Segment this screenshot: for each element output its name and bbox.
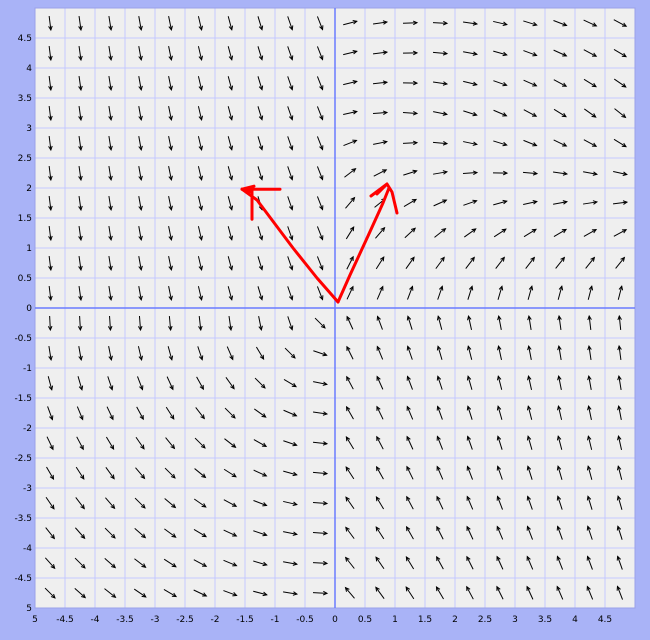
- y-tick-label: 1: [26, 244, 32, 254]
- y-tick-label: 2: [26, 184, 32, 194]
- y-tick-label: -0.5: [14, 334, 32, 344]
- x-tick-label: -3: [151, 615, 160, 625]
- x-tick-label: -4: [91, 615, 100, 625]
- x-tick-label: -4.5: [56, 615, 74, 625]
- x-tick-label: 3.5: [538, 615, 552, 625]
- x-tick-label: 3: [512, 615, 518, 625]
- x-tick-label: 4.5: [598, 615, 612, 625]
- x-tick-label: 1.5: [418, 615, 432, 625]
- vector-field-chart: 5 -4.5 -4 -3.5 -3 -2.5 -2 -1.5 -1 -0.5 0 0.5 1 1.5 2 2.…: [0, 0, 650, 636]
- y-tick-label: -2: [23, 424, 32, 434]
- x-tick-label: 1: [392, 615, 398, 625]
- y-tick-label: 1.5: [18, 214, 32, 224]
- x-tick-label: -0.5: [296, 615, 314, 625]
- x-tick-label: -1: [271, 615, 280, 625]
- y-tick-label: -1: [23, 364, 32, 374]
- x-tick-labels: 5 -4.5 -4 -3.5 -3 -2.5 -2 -1.5 -1 -0.5 0 0.5 1 1.5 2 2.…: [32, 615, 612, 625]
- y-tick-label: -2.5: [14, 454, 32, 464]
- x-tick-label: 5: [32, 615, 38, 625]
- y-tick-label: 3.5: [18, 94, 32, 104]
- x-tick-label: -3.5: [116, 615, 134, 625]
- y-tick-label: -3.5: [14, 514, 32, 524]
- y-tick-label: 2.5: [18, 154, 32, 164]
- y-tick-label: -4: [23, 544, 32, 554]
- y-tick-label: 3: [26, 124, 32, 134]
- y-tick-label: 5: [26, 604, 32, 614]
- x-tick-label: 0.5: [358, 615, 372, 625]
- y-tick-label: 4: [26, 64, 32, 74]
- y-tick-label: 0: [26, 304, 32, 314]
- x-tick-label: 2: [452, 615, 458, 625]
- y-tick-label: 4.5: [18, 34, 32, 44]
- x-tick-label: -2: [211, 615, 220, 625]
- x-tick-label: 0: [332, 615, 338, 625]
- x-tick-label: -2.5: [176, 615, 194, 625]
- x-tick-label: 4: [572, 615, 578, 625]
- y-tick-labels: 4.5 4 3.5 3 2.5 2 1.5 1 0.5 0 -0.5 -1 -1.5 -2 -2.5 -3 -3…: [14, 34, 32, 614]
- y-tick-label: -1.5: [14, 394, 32, 404]
- x-tick-label: -1.5: [236, 615, 254, 625]
- y-tick-label: 0.5: [18, 274, 32, 284]
- y-tick-label: -4.5: [14, 574, 32, 584]
- chart-svg: 5 -4.5 -4 -3.5 -3 -2.5 -2 -1.5 -1 -0.5 0 0.5 1 1.5 2 2.…: [0, 0, 650, 636]
- x-tick-label: 2.5: [478, 615, 492, 625]
- y-tick-label: -3: [23, 484, 32, 494]
